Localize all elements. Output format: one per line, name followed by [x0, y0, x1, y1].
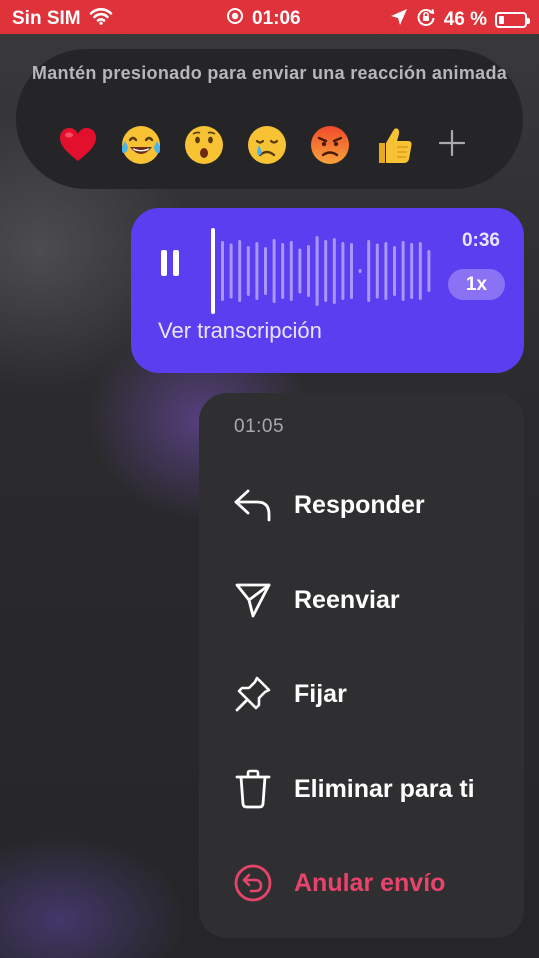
angry-emoji-button[interactable]	[306, 121, 354, 169]
waveform-bar	[367, 240, 371, 302]
waveform-bar	[384, 242, 388, 300]
waveform-bar	[358, 269, 362, 273]
unsend-menu-item[interactable]: Anular envío	[199, 851, 524, 915]
crying-emoji-button[interactable]	[243, 121, 291, 169]
pause-icon	[161, 250, 167, 276]
unsend-label: Anular envío	[294, 868, 446, 897]
forward-menu-item[interactable]: Reenviar	[199, 568, 524, 632]
surprised-emoji-button[interactable]	[180, 121, 228, 169]
carrier-label: Sin SIM	[12, 8, 81, 29]
waveform-bar	[264, 247, 267, 295]
waveform-bar	[350, 243, 353, 299]
delete-for-you-label: Eliminar para ti	[294, 774, 475, 803]
emoji-row	[54, 121, 472, 169]
reply-label: Responder	[294, 490, 425, 519]
waveform-bar	[341, 242, 345, 300]
waveform-bar	[393, 246, 396, 296]
waveform-bar	[410, 243, 414, 299]
reaction-hint: Mantén presionado para enviar una reacci…	[31, 63, 508, 83]
pin-label: Fijar	[294, 679, 347, 708]
pause-button[interactable]	[161, 250, 185, 278]
focus-icon	[226, 7, 244, 31]
message-context-menu: 01:05 Responder Reenviar Fijar Eliminar …	[199, 393, 524, 938]
waveform-bar	[315, 236, 319, 306]
waveform-bar	[427, 250, 431, 292]
playhead[interactable]	[211, 228, 215, 314]
waveform-bar	[332, 238, 336, 304]
waveform-bar	[272, 239, 276, 303]
view-transcript-link[interactable]: Ver transcripción	[158, 318, 322, 344]
waveform-bar	[229, 243, 233, 299]
wifi-icon	[89, 7, 113, 31]
waveform-bar	[298, 248, 302, 294]
battery-level	[499, 16, 504, 24]
battery-percent: 46 %	[443, 9, 487, 30]
orientation-lock-icon	[416, 7, 436, 33]
playback-speed-button[interactable]: 1x	[448, 269, 505, 300]
plus-icon	[438, 129, 466, 161]
message-time: 01:05	[234, 416, 285, 437]
reaction-panel: Mantén presionado para enviar una reacci…	[16, 49, 523, 189]
waveform-bar	[324, 240, 328, 302]
audio-waveform[interactable]	[211, 226, 436, 316]
thumbs-up-emoji-button[interactable]	[369, 121, 417, 169]
pin-icon	[233, 674, 273, 714]
voice-duration: 0:36	[461, 230, 500, 251]
voice-message-bubble[interactable]: 0:36 1x Ver transcripción	[131, 208, 524, 373]
more-reactions-button[interactable]	[432, 121, 472, 169]
waveform-bar	[289, 241, 293, 301]
location-arrow-icon	[390, 8, 408, 32]
reply-menu-item[interactable]: Responder	[199, 473, 524, 537]
waveform-bar	[307, 245, 310, 297]
status-bar: Sin SIM 01:06 46 %	[0, 0, 539, 34]
clock: 01:06	[252, 8, 301, 29]
waveform-bar	[401, 241, 405, 301]
waveform-bar	[418, 242, 422, 300]
waveform-bar	[221, 241, 224, 301]
send-icon	[233, 580, 273, 620]
waveform-bar	[255, 242, 259, 300]
pin-menu-item[interactable]: Fijar	[199, 662, 524, 726]
reply-icon	[233, 485, 273, 525]
heart-emoji-button[interactable]	[54, 121, 102, 169]
tears-of-joy-emoji-button[interactable]	[117, 121, 165, 169]
trash-icon	[233, 769, 273, 809]
waveform-bar	[238, 240, 242, 302]
battery-icon	[495, 12, 530, 28]
forward-label: Reenviar	[294, 585, 400, 614]
waveform-bar	[246, 246, 250, 296]
waveform-bar	[281, 243, 285, 299]
waveform-bar	[375, 243, 379, 299]
unsend-icon	[233, 863, 273, 903]
delete-for-you-menu-item[interactable]: Eliminar para ti	[199, 757, 524, 821]
